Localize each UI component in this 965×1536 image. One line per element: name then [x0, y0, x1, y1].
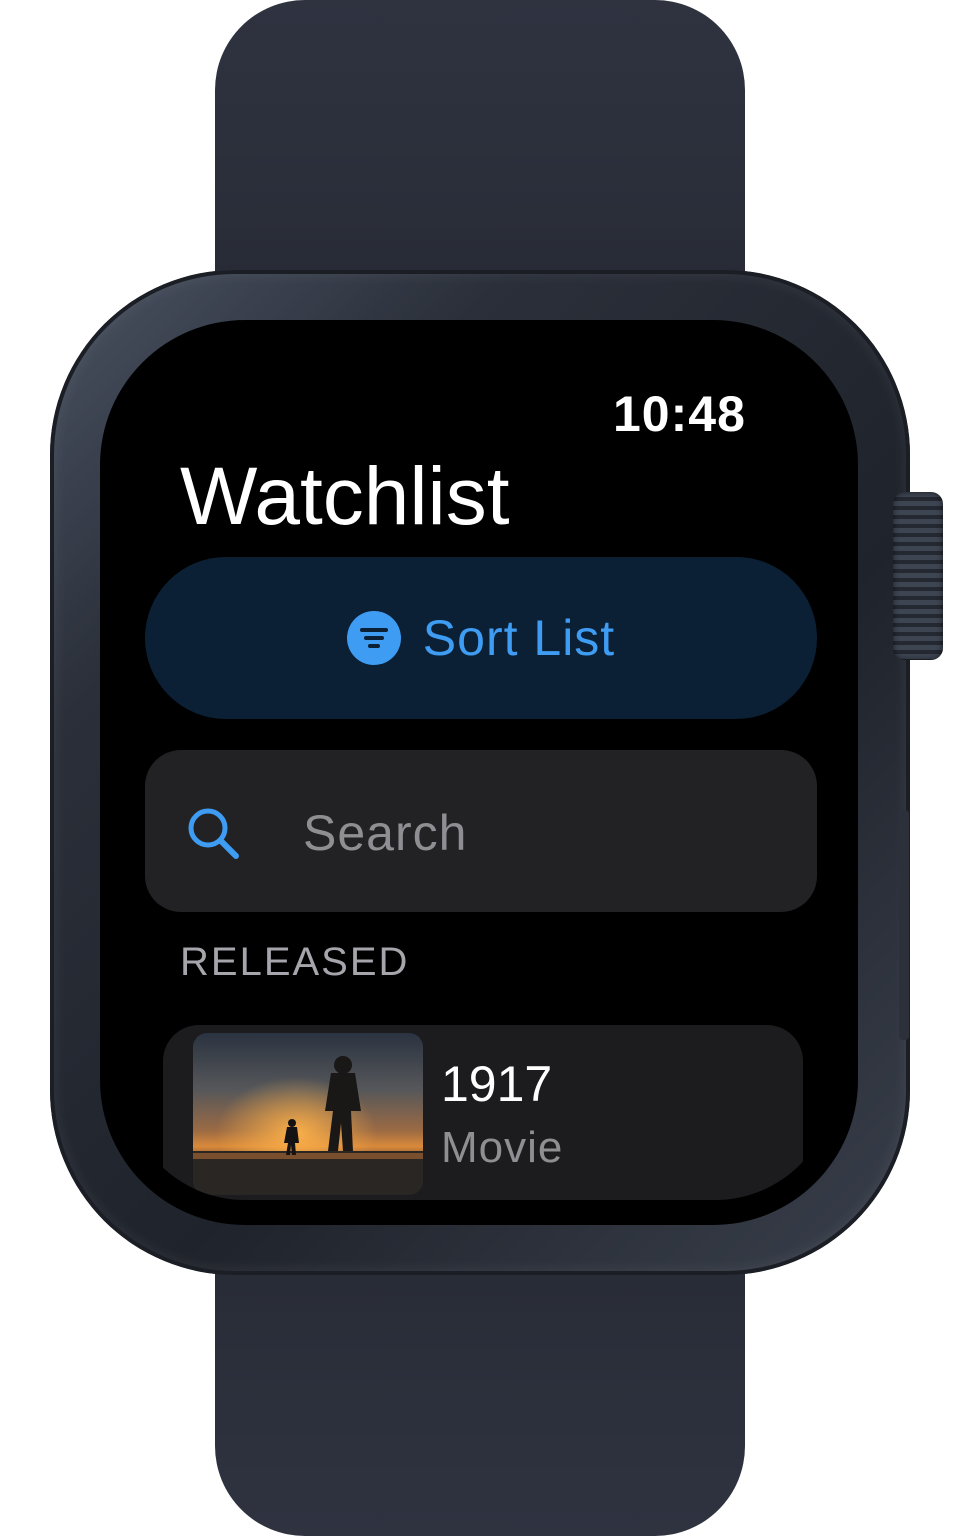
- list-item[interactable]: 1917 Movie: [163, 1025, 803, 1200]
- movie-poster-image: [193, 1033, 423, 1195]
- status-time: 10:48: [613, 386, 746, 442]
- sort-list-label: Sort List: [422, 610, 616, 666]
- movie-title: 1917: [441, 1056, 553, 1112]
- apple-watch-device: 10:48 Watchlist Sort List Search RELEASE…: [0, 0, 965, 1536]
- search-icon: [188, 808, 239, 859]
- search-placeholder: Search: [303, 805, 468, 861]
- movie-type: Movie: [441, 1123, 564, 1172]
- search-input[interactable]: Search: [145, 750, 817, 912]
- sort-filter-icon: [346, 611, 401, 665]
- digital-crown[interactable]: [893, 492, 943, 660]
- poster-art: [193, 1033, 423, 1195]
- sort-list-button[interactable]: Sort List: [145, 557, 817, 719]
- side-button[interactable]: [899, 810, 909, 1040]
- section-header-released: RELEASED: [180, 940, 410, 984]
- watch-screen: 10:48 Watchlist Sort List Search RELEASE…: [125, 345, 835, 1200]
- page-title: Watchlist: [180, 451, 510, 542]
